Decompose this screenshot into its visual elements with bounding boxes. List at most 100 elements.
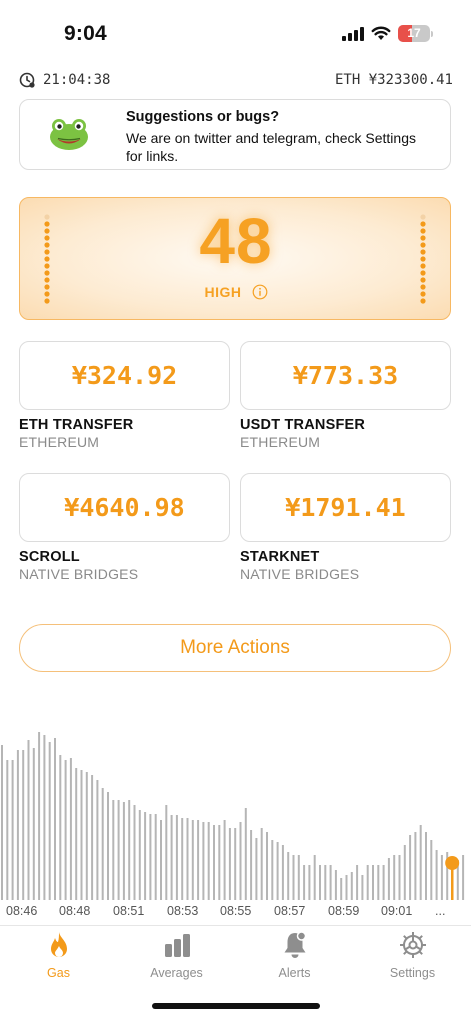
gas-history-chart[interactable] — [0, 720, 471, 900]
history-bar — [260, 828, 263, 900]
x-tick-label: ... — [435, 904, 446, 918]
history-bar — [1, 745, 3, 900]
tile-name: STARKNET — [240, 549, 320, 565]
suggestion-title: Suggestions or bugs? — [126, 109, 280, 125]
history-bar — [244, 808, 247, 900]
history-bar — [43, 735, 46, 900]
clock-text: 21:04:38 — [43, 72, 111, 88]
history-bar — [319, 865, 321, 900]
gauge-dot — [420, 298, 426, 304]
history-bar — [340, 878, 343, 900]
history-bar — [239, 822, 242, 900]
tile-price-box[interactable]: ¥773.33 — [240, 341, 451, 410]
gauge-dot — [420, 291, 426, 297]
history-bar — [345, 875, 348, 900]
history-bar — [149, 814, 152, 900]
history-bar — [350, 872, 353, 900]
eth-price: ETH ¥323300.41 — [334, 72, 453, 88]
history-bar — [409, 835, 412, 900]
last-updated: 21:04:38 — [19, 72, 110, 88]
history-bar — [181, 818, 184, 900]
history-bar — [112, 800, 115, 900]
history-bar — [324, 865, 327, 900]
x-tick-label: 08:51 — [113, 904, 145, 918]
tab-gas[interactable]: Gas — [0, 926, 117, 986]
cellular-signal-icon — [342, 26, 364, 41]
history-bar — [16, 750, 19, 900]
history-bar — [32, 748, 35, 900]
history-bar — [186, 818, 189, 900]
tile-price: ¥1791.41 — [285, 493, 406, 522]
history-bar — [128, 800, 131, 900]
suggestion-body: We are on twitter and telegram, check Se… — [126, 130, 416, 164]
battery-level: 17 — [407, 26, 421, 40]
tile-starknet[interactable]: ¥1791.41 STARKNET NATIVE BRIDGES — [240, 473, 451, 582]
history-bar — [133, 805, 136, 900]
tile-name: SCROLL — [19, 549, 80, 565]
history-bar — [117, 800, 120, 900]
tile-price: ¥773.33 — [292, 361, 399, 390]
gauge-dot — [420, 256, 426, 262]
history-bar — [292, 855, 295, 900]
gauge-dot — [420, 214, 426, 220]
gauge-dot — [420, 249, 426, 255]
history-bar — [165, 805, 168, 900]
history-bar — [393, 855, 396, 900]
more-actions-button[interactable]: More Actions — [19, 624, 451, 672]
gauge-dot — [420, 284, 426, 290]
history-bar — [313, 855, 316, 900]
history-bar — [107, 792, 109, 900]
gas-gauge-card: 48 HIGH — [19, 197, 451, 320]
tile-network: ETHEREUM — [240, 434, 321, 450]
history-bar — [54, 738, 56, 900]
history-bar — [462, 855, 465, 900]
tab-settings[interactable]: Settings — [354, 926, 471, 986]
x-tick-label: 08:57 — [274, 904, 306, 918]
history-bar — [223, 820, 226, 900]
history-bar — [387, 858, 390, 900]
history-bar — [48, 742, 51, 900]
history-bar — [175, 815, 178, 900]
history-bar — [403, 845, 406, 900]
tab-label: Gas — [47, 966, 70, 980]
history-bar — [38, 732, 41, 900]
tile-price-box[interactable]: ¥4640.98 — [19, 473, 230, 542]
history-bar — [202, 822, 205, 900]
history-bar — [91, 775, 94, 900]
history-bar — [271, 840, 274, 900]
history-bar — [398, 855, 401, 900]
history-bar — [101, 788, 104, 900]
gear-icon — [399, 932, 426, 958]
history-bar — [228, 828, 231, 900]
clock-refresh-icon — [19, 72, 35, 88]
history-bar — [64, 760, 67, 900]
time-axis: 08:46 08:48 08:51 08:53 08:55 08:57 08:5… — [0, 904, 471, 920]
tile-price-box[interactable]: ¥324.92 — [19, 341, 230, 410]
tile-price: ¥324.92 — [71, 361, 178, 390]
tab-alerts[interactable]: Alerts — [236, 926, 353, 986]
tab-averages[interactable]: Averages — [118, 926, 235, 986]
wifi-icon — [371, 26, 391, 40]
x-tick-label: 08:48 — [59, 904, 91, 918]
tile-name: ETH TRANSFER — [19, 417, 134, 433]
info-icon[interactable] — [252, 284, 268, 300]
gauge-dot — [420, 235, 426, 241]
history-bar — [69, 758, 72, 900]
tile-price-box[interactable]: ¥1791.41 — [240, 473, 451, 542]
history-bar — [377, 865, 380, 900]
status-icons: 17 — [342, 25, 433, 42]
tile-eth-transfer[interactable]: ¥324.92 ETH TRANSFER ETHEREUM — [19, 341, 230, 450]
history-bar — [218, 825, 221, 900]
history-bar — [154, 814, 157, 900]
tile-scroll[interactable]: ¥4640.98 SCROLL NATIVE BRIDGES — [19, 473, 230, 582]
bell-icon — [284, 931, 306, 958]
history-bar — [356, 865, 359, 900]
tile-usdt-transfer[interactable]: ¥773.33 USDT TRANSFER ETHEREUM — [240, 341, 451, 450]
history-bar — [414, 832, 417, 900]
tab-label: Alerts — [278, 966, 311, 980]
history-bar — [419, 825, 422, 900]
current-point — [445, 856, 460, 870]
history-bar — [85, 772, 88, 900]
history-bar — [234, 828, 237, 900]
suggestion-card[interactable]: Suggestions or bugs? We are on twitter a… — [19, 99, 451, 170]
